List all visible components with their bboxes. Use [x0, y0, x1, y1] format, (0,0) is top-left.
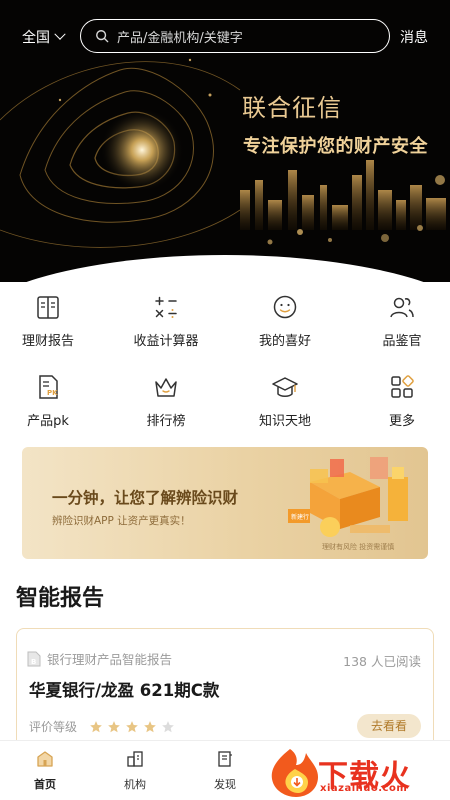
search-input[interactable]: 产品/金融机构/关键字	[80, 19, 390, 53]
building-icon	[127, 751, 143, 767]
grid-label: 更多	[388, 414, 415, 429]
tab-home[interactable]: 首页	[0, 749, 90, 792]
grid-label: 知识天地	[258, 414, 311, 429]
tab-discover[interactable]: 发现	[180, 749, 270, 792]
grid-item-reviewer[interactable]: 品鉴官	[346, 292, 450, 349]
bank-report-icon: B	[27, 651, 41, 666]
view-button[interactable]: 去看看	[357, 714, 421, 738]
banner-title: 联合征信	[242, 94, 342, 122]
banner-subtitle: 专注保护您的财产安全	[243, 136, 428, 157]
star-icon	[108, 720, 120, 732]
tab-label: 首页	[34, 778, 56, 791]
tab-label: 机构	[124, 778, 146, 791]
search-placeholder: 产品/金融机构/关键字	[117, 30, 243, 46]
tab-label: 发现	[214, 778, 236, 791]
promo-subtitle: 辨险识财APP 让资产更真实！	[52, 515, 191, 527]
pk-doc-icon: PK	[39, 375, 58, 399]
star-icon	[162, 720, 174, 732]
star-icon	[90, 720, 102, 732]
grid-label: 收益计算器	[133, 334, 199, 349]
grid-item-calculator[interactable]: 收益计算器	[110, 292, 222, 349]
promo-tag: 新建行	[291, 513, 309, 521]
smile-icon	[273, 295, 297, 319]
grid-label: 理财报告	[21, 334, 74, 349]
promo-title: 一分钟，让您了解辨险识财	[52, 489, 239, 507]
grid-item-more[interactable]: 更多	[346, 372, 450, 429]
users-icon	[390, 297, 414, 318]
chevron-down-icon	[54, 28, 66, 40]
grid-item-favorites[interactable]: 我的喜好	[229, 292, 341, 349]
product-name: 华夏银行/龙盈 621期C款	[29, 681, 220, 700]
top-bar: 全国 产品/金融机构/关键字 消息	[0, 18, 450, 56]
grid-item-product-pk[interactable]: PK 产品pk	[0, 372, 104, 429]
watermark-url: xiazaihuo.com	[320, 783, 408, 794]
search-icon	[96, 30, 109, 43]
card-tag-label: 银行理财产品智能报告	[47, 652, 173, 667]
graduation-cap-icon	[272, 377, 298, 397]
region-selector[interactable]: 全国	[22, 27, 66, 47]
crown-icon	[155, 378, 177, 397]
region-label: 全国	[22, 30, 50, 46]
grid-label: 我的喜好	[258, 334, 311, 349]
grid-item-knowledge[interactable]: 知识天地	[229, 372, 341, 429]
grid-item-finance-report[interactable]: 理财报告	[0, 292, 104, 349]
star-icon	[126, 720, 138, 732]
grid-label: 品鉴官	[382, 334, 422, 349]
star-icon	[144, 720, 156, 732]
tab-institutions[interactable]: 机构	[90, 749, 180, 792]
rating-label: 评价等级	[29, 720, 78, 734]
promo-note: 理财有风险 投资需谨慎	[322, 543, 395, 551]
grid-label: 产品pk	[27, 414, 69, 429]
book-icon	[37, 296, 59, 319]
home-icon	[37, 751, 53, 767]
grid-item-ranking[interactable]: 排行榜	[110, 372, 222, 429]
read-count: 138 人已阅读	[343, 654, 421, 669]
svg-text:B: B	[31, 658, 36, 666]
calculator-icon	[155, 296, 177, 318]
hero-banner[interactable]: 全国 产品/金融机构/关键字 消息 联合征信 专注保护您的财产安全	[0, 0, 450, 282]
grid-label: 排行榜	[146, 414, 186, 429]
star-rating	[89, 720, 175, 734]
discover-icon	[218, 751, 232, 767]
section-title: 智能报告	[16, 586, 105, 611]
card-tag: B 银行理财产品智能报告	[27, 649, 172, 668]
promo-banner[interactable]: 一分钟，让您了解辨险识财 辨险识财APP 让资产更真实！ 新建行 理财有风险 投…	[22, 447, 428, 559]
more-grid-icon	[391, 375, 414, 398]
messages-button[interactable]: 消息	[400, 27, 428, 47]
rating: 评价等级	[29, 718, 175, 735]
svg-text:PK: PK	[47, 389, 58, 397]
